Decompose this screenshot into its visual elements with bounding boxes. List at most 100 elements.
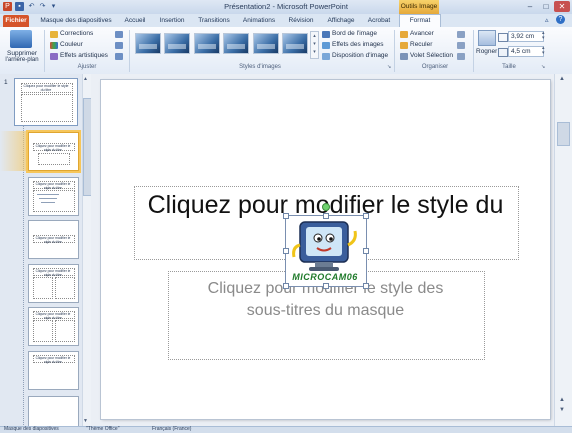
rotation-handle[interactable]: [322, 203, 330, 211]
taille-dialog-launcher-icon[interactable]: ↘: [541, 64, 545, 70]
volet-selection-button[interactable]: Volet Sélection: [410, 52, 453, 59]
reset-picture-icon[interactable]: [115, 53, 123, 60]
tab-masque-diapositives[interactable]: Masque des diapositives: [40, 15, 112, 27]
picture-style-1[interactable]: [135, 33, 161, 54]
tab-fichier[interactable]: Fichier: [3, 15, 29, 27]
height-icon: [498, 33, 508, 42]
status-language: Français (France): [152, 426, 192, 432]
contextual-tab-label: Outils Image: [399, 0, 439, 14]
master-slide-thumbnail[interactable]: Cliquez pour modifier le style du titre: [14, 78, 78, 126]
layout-thumbnail-title[interactable]: Cliquez pour modifier le style du titre: [28, 132, 79, 171]
thumb-title-text: Cliquez pour modifier le style du titre: [35, 356, 71, 364]
scroll-up-icon[interactable]: ▲: [559, 76, 565, 82]
disposition-icon: [322, 53, 330, 60]
reculer-icon: [400, 42, 408, 49]
computer-mascot-icon: [292, 221, 357, 271]
effets-artistiques-icon: [50, 53, 58, 60]
main-scroll-thumb[interactable]: [557, 122, 570, 146]
resize-handle-bottom-right[interactable]: [363, 283, 369, 289]
reculer-button[interactable]: Reculer: [410, 41, 432, 48]
taille-group-label: Taille: [502, 64, 516, 70]
tab-insertion[interactable]: Insertion: [156, 15, 188, 27]
layout-thumbnail-two-content[interactable]: Cliquez pour modifier le style du titre: [28, 264, 79, 303]
change-picture-icon[interactable]: [115, 42, 123, 49]
thumb-scroll-down-icon[interactable]: ▼: [83, 418, 88, 424]
effets-images-button[interactable]: Effets des images: [332, 41, 384, 48]
status-mode: Masque des diapositives: [4, 426, 59, 432]
picture-style-4[interactable]: [223, 33, 249, 54]
effets-images-icon: [322, 42, 330, 49]
subtitle-line-2: sous-titres du masque: [246, 302, 405, 319]
thumb-title-text: Cliquez pour modifier le style du titre: [35, 182, 71, 190]
thumb-title-text: Cliquez pour modifier le style du titre: [35, 269, 71, 277]
width-field[interactable]: 4,5 cm: [508, 46, 544, 57]
ribbon-minimize-icon[interactable]: ▵: [545, 16, 549, 24]
layout-thumbnail-section[interactable]: Cliquez pour modifier le style du titre: [28, 220, 79, 259]
picture-style-2[interactable]: [164, 33, 190, 54]
resize-handle-top-right[interactable]: [363, 213, 369, 219]
resize-handle-bottom-left[interactable]: [283, 283, 289, 289]
rogner-button[interactable]: Rogner: [476, 48, 497, 55]
previous-slide-icon[interactable]: ▲: [559, 397, 565, 403]
tab-revision[interactable]: Révision: [285, 15, 317, 27]
microcam06-logo-text: MICROCAM06: [292, 272, 358, 282]
tab-affichage[interactable]: Affichage: [324, 15, 358, 27]
help-icon[interactable]: ?: [556, 15, 565, 24]
tab-acrobat[interactable]: Acrobat: [364, 15, 394, 27]
avancer-button[interactable]: Avancer: [410, 30, 434, 37]
thumb-title-text: Cliquez pour modifier le style du titre: [35, 236, 71, 244]
resize-handle-left[interactable]: [283, 248, 289, 254]
resize-handle-right[interactable]: [363, 248, 369, 254]
picture-style-6[interactable]: [282, 33, 308, 54]
window-title: Présentation2 - Microsoft PowerPoint: [224, 2, 348, 11]
thumb-scroll-up-icon[interactable]: ▲: [83, 76, 88, 82]
width-spinner-icon[interactable]: ▴ ▾: [542, 46, 545, 56]
tab-accueil[interactable]: Accueil: [120, 15, 150, 27]
layout-thumbnail-blank[interactable]: [28, 396, 79, 428]
gallery-scroll-icon[interactable]: ▴ ▾ ▾: [310, 31, 319, 59]
master-thumb-title: Cliquez pour modifier le style du titre: [23, 84, 69, 92]
resize-handle-bottom[interactable]: [323, 283, 329, 289]
remove-background-icon[interactable]: [10, 30, 32, 48]
resize-handle-top-left[interactable]: [283, 213, 289, 219]
layout-thumbnail-title-only[interactable]: Cliquez pour modifier le style du titre: [28, 351, 79, 390]
selection-highlight: [0, 131, 26, 171]
picture-style-5[interactable]: [253, 33, 279, 54]
tab-transitions[interactable]: Transitions: [195, 15, 233, 27]
avancer-icon: [400, 31, 408, 38]
ajuster-group-label: Ajuster: [77, 64, 97, 70]
tab-animations[interactable]: Animations: [240, 15, 278, 27]
maximize-button[interactable]: □: [538, 1, 554, 12]
organiser-group-label: Organiser: [421, 64, 449, 70]
group-icon[interactable]: [457, 42, 465, 49]
disposition-image-button[interactable]: Disposition d'image: [332, 52, 388, 59]
layout-thumbnail-content[interactable]: Cliquez pour modifier le style du titre: [28, 177, 79, 216]
status-theme: "Thème Office": [86, 426, 120, 432]
thumb-title-text: Cliquez pour modifier le style du titre: [35, 144, 71, 152]
corrections-button[interactable]: Corrections: [60, 30, 93, 37]
rotate-icon[interactable]: [457, 53, 465, 60]
corrections-icon: [50, 31, 58, 38]
minimize-button[interactable]: –: [522, 1, 538, 12]
next-slide-icon[interactable]: ▼: [559, 407, 565, 413]
couleur-icon: [50, 42, 58, 49]
picture-style-3[interactable]: [194, 33, 220, 54]
height-spinner-icon[interactable]: ▴ ▾: [542, 31, 545, 41]
layout-thumbnail-comparison[interactable]: Cliquez pour modifier le style du titre: [28, 307, 79, 346]
resize-handle-top[interactable]: [323, 213, 329, 219]
supprimer-arriere-plan-label-2[interactable]: l'arrière-plan: [4, 57, 40, 63]
width-icon: [498, 48, 508, 57]
couleur-button[interactable]: Couleur: [60, 41, 83, 48]
close-button[interactable]: ✕: [554, 1, 570, 12]
compress-pictures-icon[interactable]: [115, 31, 123, 38]
styles-dialog-launcher-icon[interactable]: ↘: [387, 64, 391, 70]
height-field[interactable]: 3,92 cm: [508, 31, 544, 42]
effets-artistiques-button[interactable]: Effets artistiques: [60, 52, 108, 59]
master-slide-number: 1: [4, 79, 8, 86]
tab-format[interactable]: Format: [399, 14, 441, 28]
align-icon[interactable]: [457, 31, 465, 38]
crop-icon[interactable]: [478, 30, 496, 46]
thumb-title-text: Cliquez pour modifier le style du titre: [35, 312, 71, 320]
bordure-image-button[interactable]: Bord de l'image: [332, 30, 377, 37]
supprimer-arriere-plan-label[interactable]: Supprimer: [4, 50, 40, 57]
